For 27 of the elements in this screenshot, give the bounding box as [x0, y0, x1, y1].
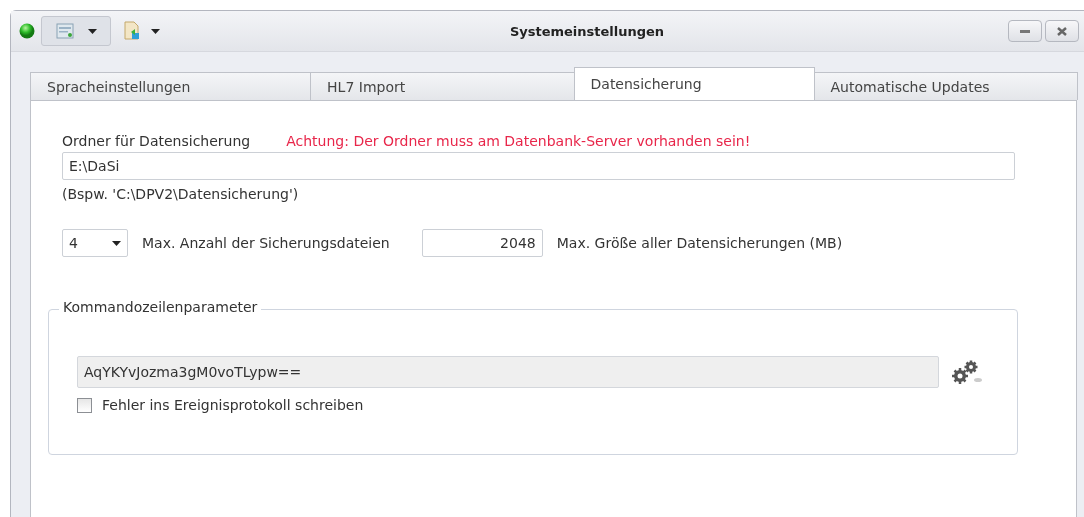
checkbox-label: Fehler ins Ereignisprotokoll schreiben	[102, 397, 364, 413]
tab[interactable]: HL7 Import	[310, 72, 575, 100]
file-export-icon	[123, 21, 141, 41]
field-label: Max. Anzahl der Sicherungsdateien	[142, 235, 390, 251]
close-icon	[1057, 26, 1067, 36]
tab[interactable]: Automatische Updates	[813, 72, 1078, 100]
document-icon	[55, 23, 74, 39]
tab[interactable]: Datensicherung	[573, 67, 815, 100]
count-dropdown[interactable]: 4	[62, 229, 128, 257]
tab[interactable]: Spracheinstellungen	[30, 72, 312, 100]
warning-text: Achtung: Der Ordner muss am Datenbank-Server vorhanden sein!	[286, 133, 751, 149]
checkbox[interactable]	[77, 397, 92, 413]
caret-icon	[151, 28, 160, 34]
group-title: Kommandozeilenparameter	[59, 299, 262, 315]
status-light-icon	[19, 23, 35, 39]
hint-text: (Bspw. 'C:\DPV2\Datensicherung')	[62, 186, 300, 202]
close-button[interactable]	[1045, 20, 1079, 42]
field-label: Ordner für Datensicherung	[62, 133, 251, 149]
window-title: Systemeinstellungen	[508, 23, 666, 39]
minimize-icon	[1020, 29, 1030, 33]
parameter-field[interactable]: AqYKYvJozma3gM0voTLypw==	[77, 356, 939, 388]
caret-icon	[112, 240, 121, 246]
minimize-button[interactable]	[1008, 20, 1042, 42]
field-label: Max. Größe aller Datensicherungen (MB)	[556, 235, 843, 251]
size-field[interactable]: 2048	[421, 229, 543, 257]
caret-icon	[87, 28, 97, 34]
folder-field[interactable]: E:\DaSi	[62, 152, 1015, 180]
